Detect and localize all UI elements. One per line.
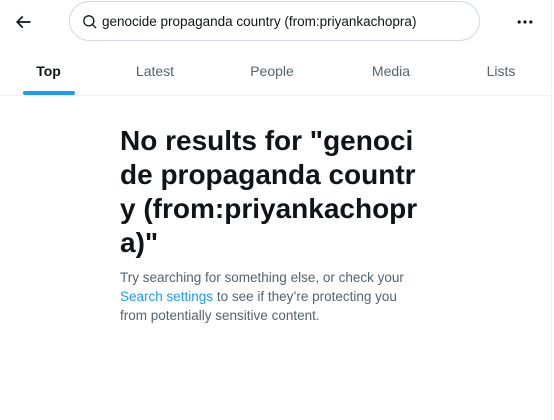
tab-label: Media — [371, 62, 411, 79]
column-border — [551, 0, 552, 420]
tab-top[interactable]: Top — [0, 46, 97, 95]
search-header — [0, 0, 551, 44]
empty-state-description: Try searching for something else, or che… — [120, 268, 420, 325]
tab-label: Top — [36, 62, 61, 79]
tab-lists[interactable]: Lists — [451, 46, 551, 95]
empty-state-title: No results for "genocide propaganda coun… — [120, 125, 418, 258]
search-box[interactable] — [69, 1, 480, 41]
tab-media[interactable]: Media — [331, 46, 451, 95]
tab-label: People — [250, 62, 294, 79]
tab-latest[interactable]: Latest — [97, 46, 213, 95]
arrow-left-icon — [15, 15, 31, 29]
search-tabs: Top Latest People Media Lists — [0, 46, 551, 96]
search-settings-link[interactable]: Search settings — [120, 289, 213, 304]
tab-label: Latest — [135, 62, 175, 79]
search-icon — [83, 15, 97, 29]
tab-people[interactable]: People — [213, 46, 331, 95]
back-button[interactable] — [6, 5, 40, 39]
search-input[interactable] — [102, 2, 472, 40]
more-options-button[interactable] — [508, 5, 542, 39]
tab-label: Lists — [486, 62, 516, 79]
more-horizontal-icon — [517, 20, 533, 24]
empty-state: No results for "genocide propaganda coun… — [120, 124, 420, 325]
active-tab-indicator — [22, 91, 75, 95]
search-results-page: Top Latest People Media Lists No results… — [0, 0, 554, 420]
empty-state-text-before: Try searching for something else, or che… — [120, 270, 404, 285]
